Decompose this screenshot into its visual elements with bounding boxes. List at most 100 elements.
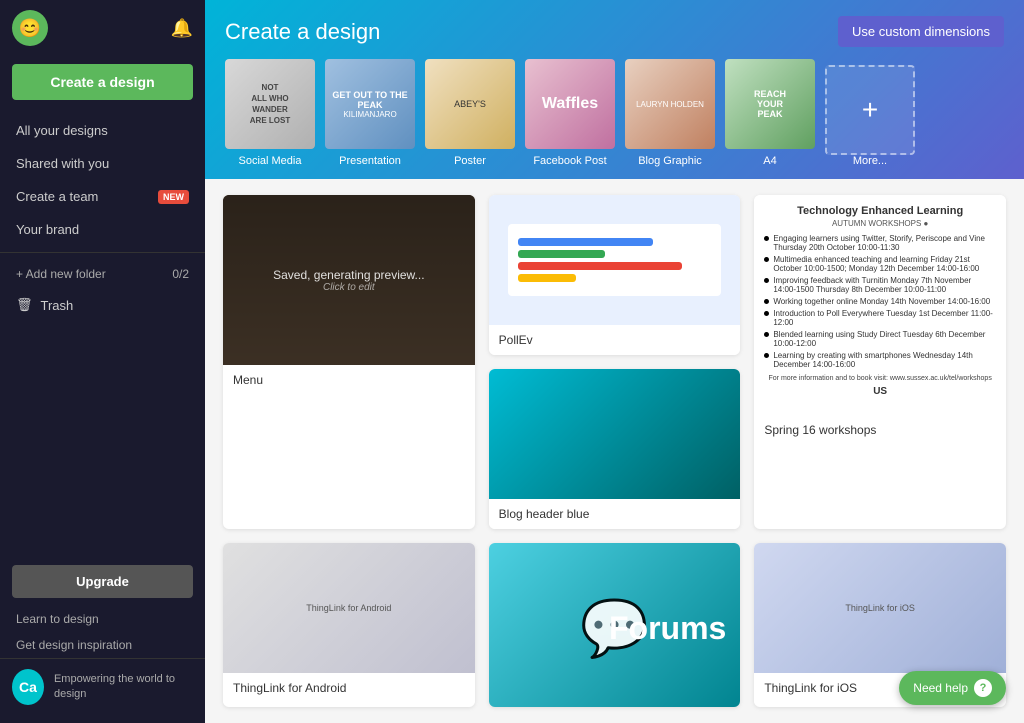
sidebar-item-your-brand[interactable]: Your brand [0, 213, 205, 246]
template-social-media[interactable]: NOTALL WHOWANDERARE LOST Social Media [225, 59, 315, 167]
blog-graphic-thumb-text: LAURYN HOLDEN [632, 96, 708, 113]
sidebar-divider [0, 252, 205, 253]
workshop-item-text-2: Multimedia enhanced teaching and learnin… [773, 255, 996, 273]
workshop-dot-1 [764, 236, 769, 241]
sidebar-nav: All your designs Shared with you Create … [0, 108, 205, 557]
workshop-item-text-5: Introduction to Poll Everywhere Tuesday … [773, 309, 996, 327]
a4-thumb: REACHYOURPEAK [725, 59, 815, 149]
more-thumb[interactable]: + [825, 65, 915, 155]
pollev-bar-4 [518, 274, 576, 282]
template-blog-graphic[interactable]: LAURYN HOLDEN Blog Graphic [625, 59, 715, 167]
thinglink-ios-thumb: ThingLink for iOS [754, 543, 1006, 673]
pollev-label: PollEv [489, 325, 741, 355]
workshop-item-text-7: Learning by creating with smartphones We… [773, 351, 996, 369]
all-designs-label: All your designs [16, 123, 108, 138]
sidebar-item-shared[interactable]: Shared with you [0, 147, 205, 180]
template-more[interactable]: + More... [825, 65, 915, 167]
workshop-item-1: Engaging learners using Twitter, Storify… [764, 234, 996, 252]
design-card-forums[interactable]: 💬 Forums Forums [489, 543, 741, 707]
sidebar-item-create-team[interactable]: Create a team NEW [0, 180, 205, 213]
page-title: Create a design [225, 19, 380, 45]
top-banner-header: Create a design Use custom dimensions [225, 16, 1004, 47]
workshop-label: Spring 16 workshops [754, 415, 1006, 445]
poster-label: Poster [454, 155, 486, 167]
inspire-link[interactable]: Get design inspiration [0, 632, 205, 658]
add-folder-label: + Add new folder [16, 267, 106, 281]
design-card-menu[interactable]: Saved, generating preview... Click to ed… [223, 195, 475, 529]
a4-label: A4 [763, 155, 776, 167]
presentation-thumb-text: GET OUT TO THE PEAK KILIMANJARO [325, 86, 415, 123]
template-a4[interactable]: REACHYOURPEAK A4 [725, 59, 815, 167]
blog-graphic-label: Blog Graphic [638, 155, 702, 167]
bell-icon[interactable]: 🔔 [171, 18, 193, 39]
pollev-bar-1 [518, 238, 654, 246]
design-card-blog-header[interactable]: Blog header blue [489, 369, 741, 529]
pollev-bar-3 [518, 262, 683, 270]
create-team-label: Create a team [16, 189, 98, 204]
a4-thumb-text: REACHYOURPEAK [750, 85, 790, 123]
thinglink-ios-thumb-text: ThingLink for iOS [845, 603, 915, 613]
workshop-item-text-3: Improving feedback with Turnitin Monday … [773, 276, 996, 294]
forums-thumb: 💬 Forums [489, 543, 741, 707]
workshop-title: Technology Enhanced Learning [764, 205, 996, 217]
workshop-item-text-1: Engaging learners using Twitter, Storify… [773, 234, 996, 252]
workshop-item-text-6: Blended learning using Study Direct Tues… [773, 330, 996, 348]
thinglink-android-label: ThingLink for Android [223, 673, 475, 703]
poster-thumb: ABEY'S [425, 59, 515, 149]
help-label: Need help [913, 681, 968, 695]
workshop-item-5: Introduction to Poll Everywhere Tuesday … [764, 309, 996, 327]
trash-row[interactable]: 🗑 Trash [0, 289, 205, 321]
blog-header-label: Blog header blue [489, 499, 741, 529]
workshop-dot-4 [764, 299, 769, 304]
presentation-thumb: GET OUT TO THE PEAK KILIMANJARO [325, 59, 415, 149]
menu-thumb-main-text: Saved, generating preview... [273, 268, 424, 282]
workshop-thumb: Technology Enhanced Learning AUTUMN WORK… [754, 195, 1006, 415]
workshop-item-2: Multimedia enhanced teaching and learnin… [764, 255, 996, 273]
poster-thumb-text: ABEY'S [450, 95, 490, 113]
facebook-post-thumb: Waffles [525, 59, 615, 149]
sidebar-bottom: Upgrade Learn to design Get design inspi… [0, 557, 205, 723]
pollev-bar-2 [518, 250, 605, 258]
sidebar-brand: Ca Empowering the world to design [0, 658, 205, 715]
template-poster[interactable]: ABEY'S Poster [425, 59, 515, 167]
trash-label: Trash [41, 298, 74, 313]
design-card-workshop[interactable]: Technology Enhanced Learning AUTUMN WORK… [754, 195, 1006, 529]
top-banner: Create a design Use custom dimensions NO… [205, 0, 1024, 179]
main-area: Create a design Use custom dimensions NO… [205, 0, 1024, 723]
trash-icon: 🗑 [16, 297, 33, 313]
sidebar-header: 😊 🔔 [0, 0, 205, 56]
add-folder-count: 0/2 [172, 267, 189, 281]
create-design-button[interactable]: Create a design [12, 64, 193, 100]
your-brand-label: Your brand [16, 222, 79, 237]
template-presentation[interactable]: GET OUT TO THE PEAK KILIMANJARO Presenta… [325, 59, 415, 167]
workshop-dot-6 [764, 332, 769, 337]
add-folder-row[interactable]: + Add new folder 0/2 [0, 259, 205, 289]
learn-link[interactable]: Learn to design [0, 606, 205, 632]
workshop-dot-2 [764, 257, 769, 262]
new-badge: NEW [158, 190, 189, 204]
templates-row: NOTALL WHOWANDERARE LOST Social Media GE… [225, 59, 1004, 179]
custom-dimensions-button[interactable]: Use custom dimensions [838, 16, 1004, 47]
sidebar-item-all-designs[interactable]: All your designs [0, 114, 205, 147]
workshop-item-4: Working together online Monday 14th Nove… [764, 297, 996, 306]
more-label: More... [853, 155, 887, 167]
menu-label: Menu [223, 365, 475, 395]
workshop-dot-5 [764, 311, 769, 316]
workshop-dot-3 [764, 278, 769, 283]
avatar[interactable]: 😊 [12, 10, 48, 46]
help-bubble[interactable]: Need help ? [899, 671, 1006, 705]
help-icon: ? [974, 679, 992, 697]
design-card-pollev[interactable]: PollEv [489, 195, 741, 355]
design-card-thinglink-android[interactable]: ThingLink for Android ThingLink for Andr… [223, 543, 475, 707]
workshop-item-3: Improving feedback with Turnitin Monday … [764, 276, 996, 294]
template-facebook-post[interactable]: Waffles Facebook Post [525, 59, 615, 167]
pollev-inner [508, 224, 722, 296]
upgrade-button[interactable]: Upgrade [12, 565, 193, 598]
forums-text: Forums [609, 610, 726, 647]
content-area: Saved, generating preview... Click to ed… [205, 179, 1024, 723]
thinglink-android-thumb-text: ThingLink for Android [306, 603, 391, 613]
workshop-footer: For more information and to book visit: … [764, 375, 996, 382]
pollev-thumb [489, 195, 741, 325]
facebook-post-thumb-text: Waffles [542, 95, 598, 113]
sidebar: 😊 🔔 Create a design All your designs Sha… [0, 0, 205, 723]
